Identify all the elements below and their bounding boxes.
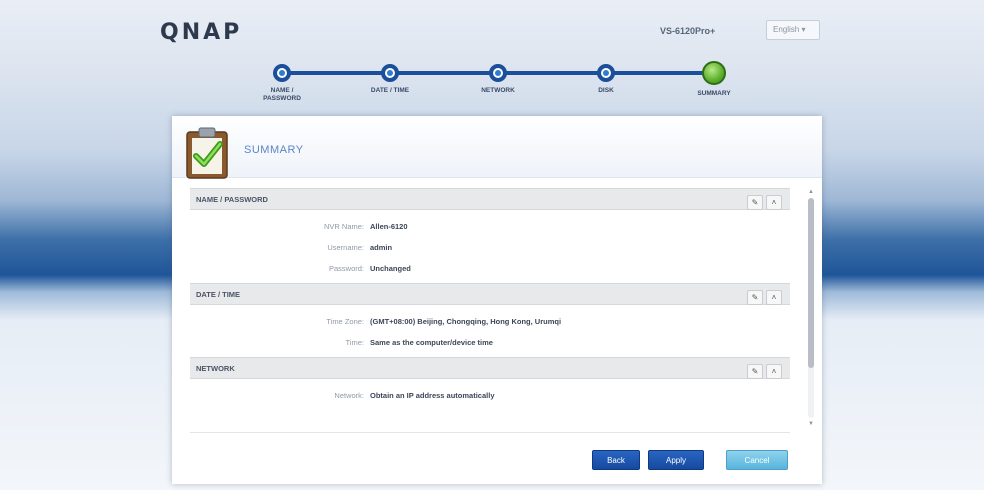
step-date-time: DATE / TIME [330,60,450,95]
step-label: DATE / TIME [370,87,410,94]
row-label: Username: [327,243,364,252]
step-label: SUMMARY [697,90,731,97]
edit-button[interactable]: ✎ [747,290,763,305]
step-label: NAME / PASSWORD [263,87,301,102]
step-disk: DISK [546,60,666,95]
step-dot [489,64,507,82]
row-label: Network: [334,391,364,400]
step-label: DISK [598,87,614,94]
row-value: Same as the computer/device time [370,338,493,347]
section-date-time: DATE / TIME ✎ ˄ Time Zone: (GMT+08:00) Bei… [190,283,790,357]
chevron-up-icon: ˄ [771,367,777,376]
row-value: Allen-6120 [370,222,408,231]
step-dot [381,64,399,82]
chevron-up-icon: ˄ [771,293,777,302]
section-header: NAME / PASSWORD ✎ ˄ [190,188,790,210]
scroll-thumb[interactable] [808,198,814,368]
section-network: NETWORK ✎ ˄ Network: Obtain an IP address … [190,357,790,410]
summary-row: Time: Same as the computer/device time [190,332,790,353]
chevron-down-icon: ▾ [801,25,806,34]
content-scrollbar[interactable]: ▲ ▼ [806,188,816,428]
back-button[interactable]: Back [592,450,640,470]
row-value: admin [370,243,393,252]
panel-header: SUMMARY [172,116,822,179]
panel-title: SUMMARY [244,144,304,156]
summary-row: Time Zone: (GMT+08:00) Beijing, Chongqing… [190,311,790,332]
collapse-button[interactable]: ˄ [766,364,782,379]
top-bar: QNAP VS-6120Pro+ English ▾ [0,0,984,60]
edit-button[interactable]: ✎ [747,364,763,379]
row-label: Time: [345,338,364,347]
step-dot [597,64,615,82]
step-name-password: NAME / PASSWORD [222,60,342,103]
pencil-icon: ✎ [751,198,759,207]
section-title: NETWORK [196,364,235,373]
summary-row: Network: Obtain an IP address automatical… [190,385,790,406]
qnap-logo: QNAP [160,20,243,45]
section-buttons: ✎ ˄ [744,192,782,210]
row-label: NVR Name: [323,222,364,231]
row-value: (GMT+08:00) Beijing, Chongqing, Hong Kon… [370,317,562,326]
section-title: NAME / PASSWORD [196,195,268,204]
collapse-button[interactable]: ˄ [766,290,782,305]
chevron-up-icon: ˄ [771,198,777,207]
edit-button[interactable]: ✎ [747,195,763,210]
apply-button[interactable]: Apply [648,450,704,470]
footer-divider [190,432,790,433]
section-title: DATE / TIME [196,290,241,299]
row-value: Unchanged [370,264,411,273]
section-rows: Network: Obtain an IP address automatical… [190,379,790,410]
wizard-progress: NAME / PASSWORD DATE / TIME NETWORK DISK… [240,60,760,112]
device-model: VS-6120Pro+ [660,26,716,36]
pencil-icon: ✎ [751,367,759,376]
section-buttons: ✎ ˄ [744,287,782,305]
scroll-track[interactable] [808,198,814,418]
section-header: DATE / TIME ✎ ˄ [190,283,790,305]
language-select[interactable]: English ▾ [766,20,820,40]
summary-content: NAME / PASSWORD ✎ ˄ NVR Name: Allen-6120 U… [190,188,790,428]
scroll-up-arrow-icon[interactable]: ▲ [807,188,815,196]
section-buttons: ✎ ˄ [744,361,782,379]
summary-row: NVR Name: Allen-6120 [190,216,790,237]
cancel-button[interactable]: Cancel [726,450,788,470]
clipboard-check-icon [186,127,228,179]
collapse-button[interactable]: ˄ [766,195,782,210]
language-label: English [773,25,800,34]
section-rows: NVR Name: Allen-6120 Username: admin Passw… [190,210,790,283]
section-rows: Time Zone: (GMT+08:00) Beijing, Chongqing… [190,305,790,357]
row-label: Time Zone: [326,317,364,326]
step-summary: SUMMARY [654,60,774,98]
row-label: Password: [328,264,364,273]
summary-row: Username: admin [190,237,790,258]
section-name-password: NAME / PASSWORD ✎ ˄ NVR Name: Allen-6120 U… [190,188,790,283]
current-step-dot [702,61,726,85]
summary-row: Password: Unchanged [190,258,790,279]
scroll-down-arrow-icon[interactable]: ▼ [807,420,815,428]
step-dot [273,64,291,82]
summary-panel: SUMMARY NAME / PASSWORD ✎ ˄ NVR Name: Alle… [172,116,822,484]
section-header: NETWORK ✎ ˄ [190,357,790,379]
row-value: Obtain an IP address automatically [370,391,495,400]
step-label: NETWORK [481,87,515,94]
step-network: NETWORK [438,60,558,95]
pencil-icon: ✎ [751,293,759,302]
